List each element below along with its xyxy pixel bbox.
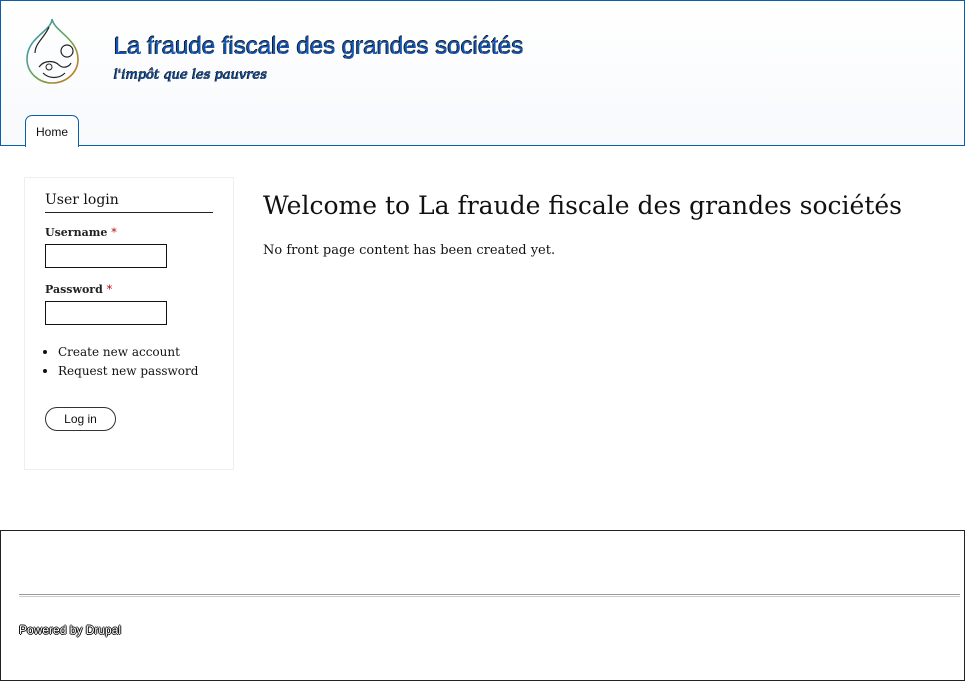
footer-divider — [19, 594, 960, 597]
create-account-link[interactable]: Create new account — [42, 343, 198, 362]
required-marker: * — [106, 283, 113, 296]
powered-by-drupal-link[interactable]: Powered by Drupal — [19, 623, 121, 637]
password-input[interactable] — [45, 301, 167, 325]
page: La fraude fiscale des grandes sociétés l… — [0, 0, 965, 681]
site-header: La fraude fiscale des grandes sociétés l… — [0, 0, 965, 147]
required-marker: * — [111, 226, 117, 239]
page-title: Welcome to La fraude fiscale des grandes… — [263, 191, 903, 220]
username-label: Username * — [45, 226, 117, 239]
username-input[interactable] — [45, 244, 167, 268]
username-label-text: Username — [45, 226, 108, 239]
page-body: No front page content has been created y… — [263, 243, 556, 258]
user-login-block: User login Username * Password * Create … — [24, 177, 234, 470]
drupal-logo-icon[interactable] — [21, 15, 83, 87]
block-title: User login — [45, 192, 213, 213]
primary-tabs: Home — [25, 115, 80, 147]
site-name[interactable]: La fraude fiscale des grandes sociétés — [114, 33, 524, 61]
site-slogan: l'impôt que les pauvres — [114, 68, 268, 83]
password-label-text: Password — [45, 283, 103, 296]
login-button[interactable]: Log in — [45, 407, 116, 431]
password-label: Password * — [45, 283, 112, 296]
site-footer: Powered by Drupal — [0, 530, 965, 681]
account-links: Create new account Request new password — [42, 343, 198, 381]
request-password-link[interactable]: Request new password — [42, 362, 198, 381]
tab-home[interactable]: Home — [25, 115, 80, 147]
